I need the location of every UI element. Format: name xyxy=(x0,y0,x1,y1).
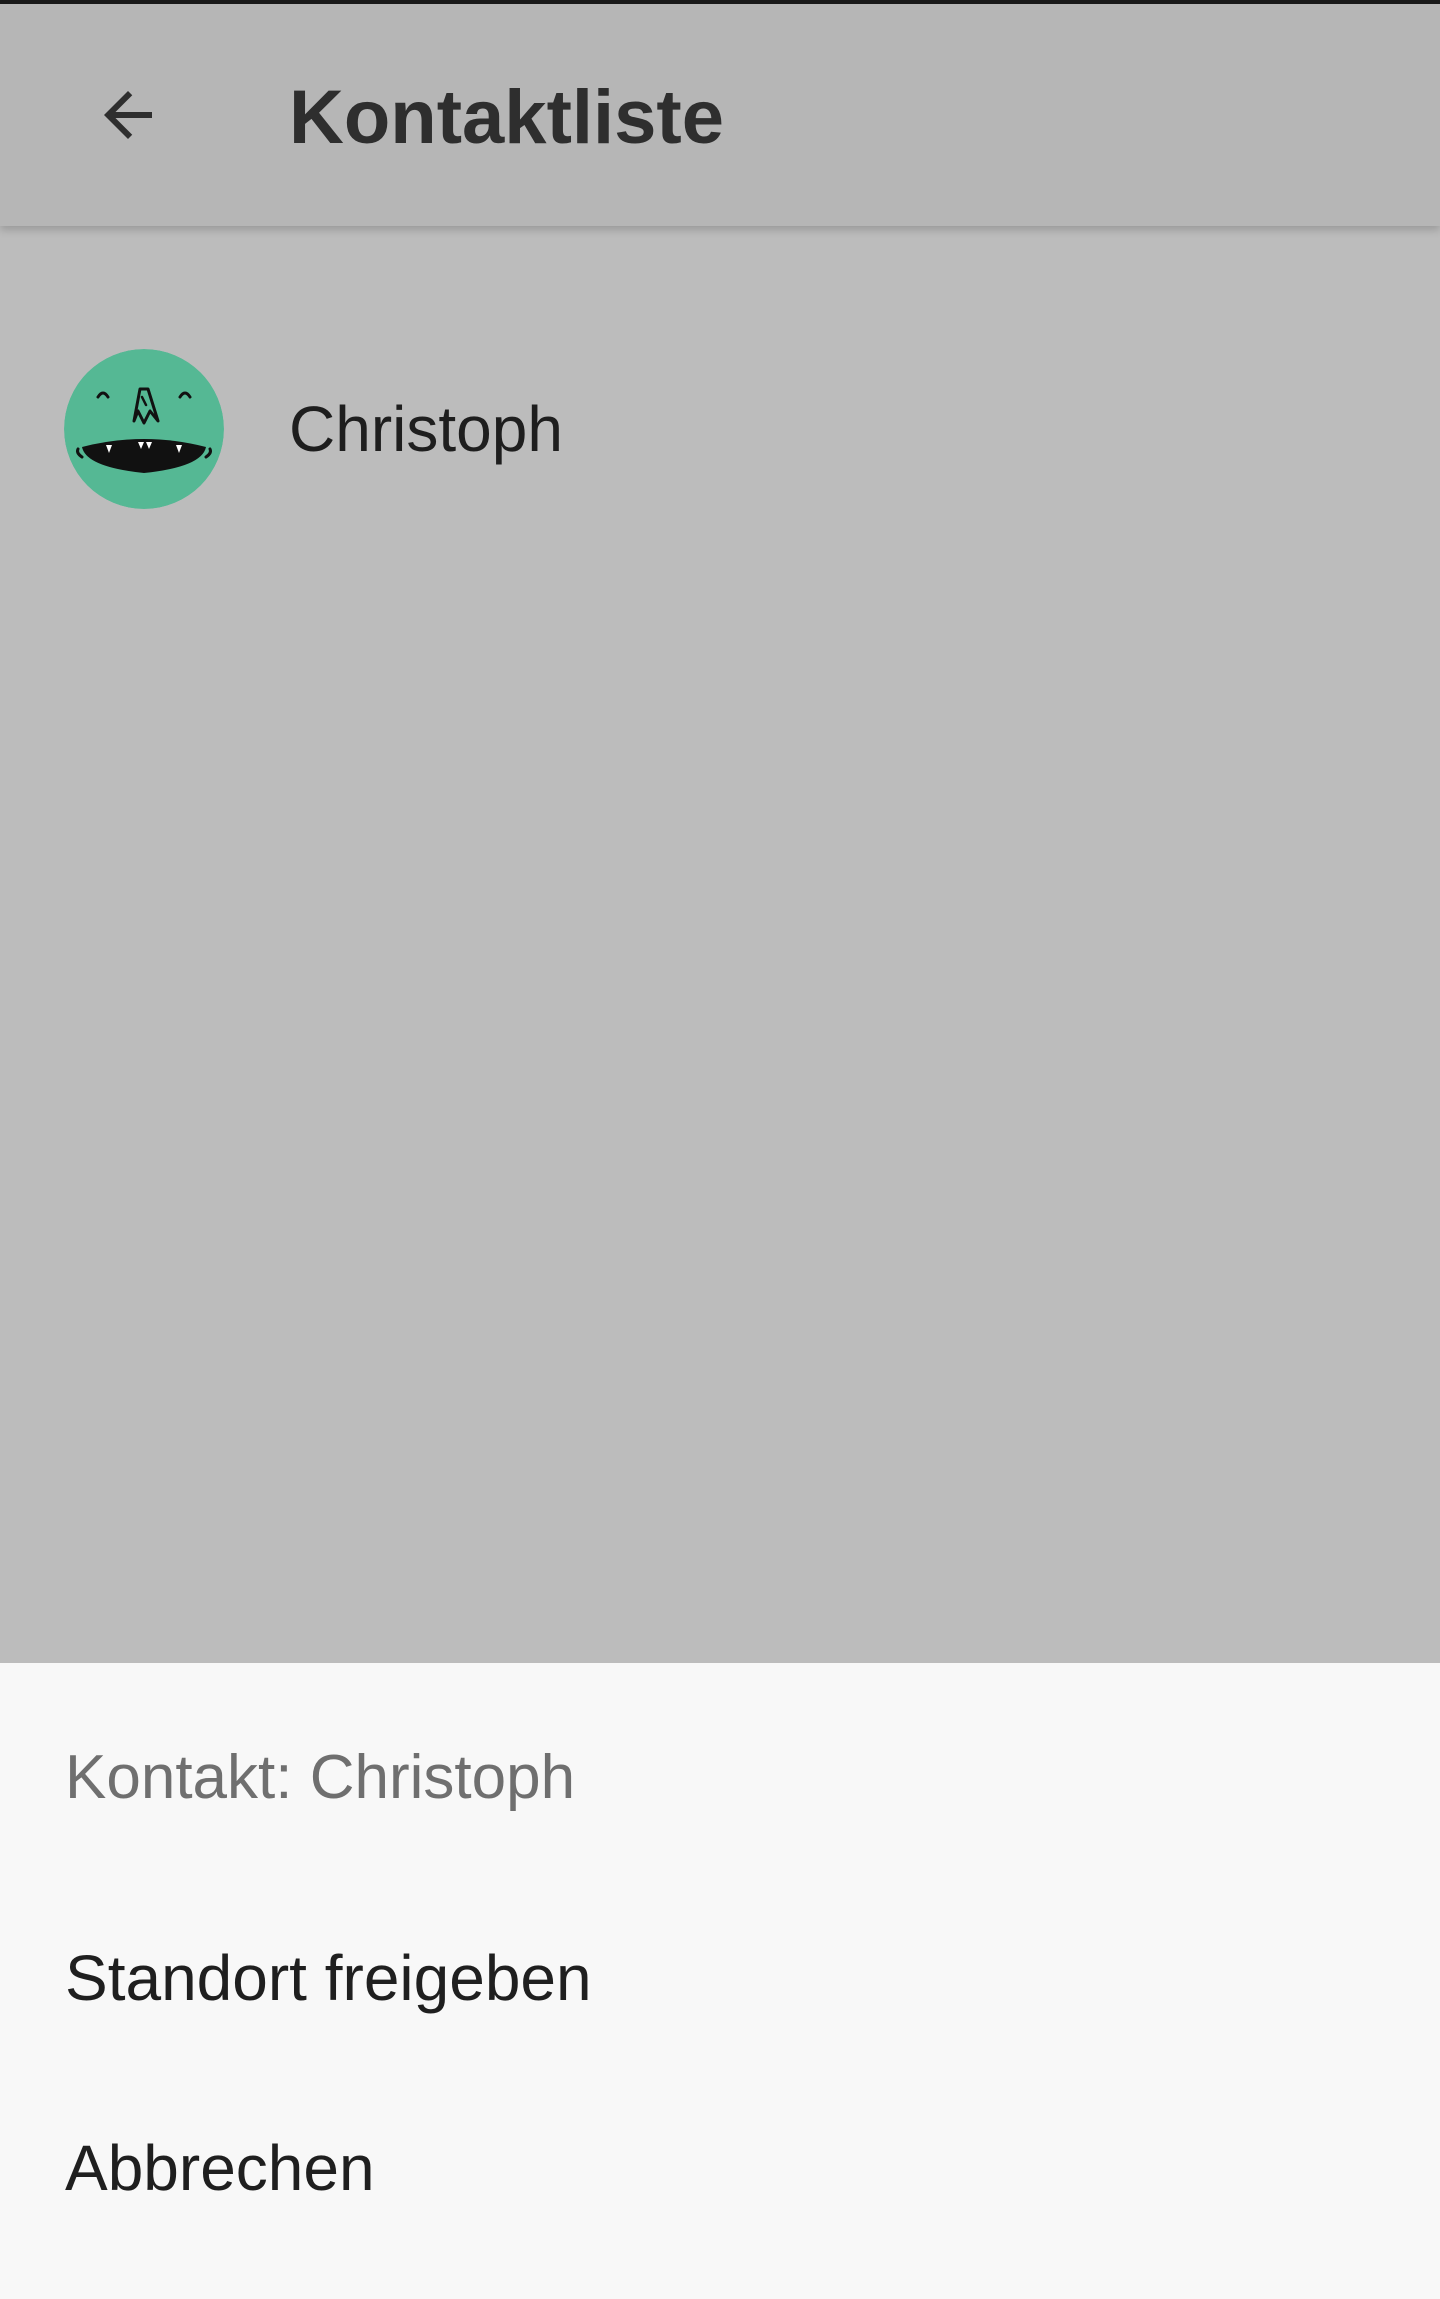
arrow-left-icon xyxy=(104,91,152,139)
page-title: Kontaktliste xyxy=(289,75,724,160)
bottom-sheet: Kontakt: Christoph Standort freigeben Ab… xyxy=(0,1663,1440,2299)
contact-list-item[interactable]: Christoph xyxy=(0,316,1440,536)
share-location-label: Standort freigeben xyxy=(65,1942,592,2014)
cancel-label: Abbrechen xyxy=(65,2132,375,2204)
share-location-option[interactable]: Standort freigeben xyxy=(0,1883,1440,2073)
monster-face-avatar-icon xyxy=(64,349,224,509)
app-toolbar: Kontaktliste xyxy=(0,4,1440,226)
sheet-title: Kontakt: Christoph xyxy=(65,1743,576,1812)
contact-avatar xyxy=(64,349,224,509)
back-button[interactable] xyxy=(64,51,192,179)
contact-list: Christoph xyxy=(0,226,1440,1663)
contact-name: Christoph xyxy=(289,393,563,465)
cancel-option[interactable]: Abbrechen xyxy=(0,2073,1440,2263)
